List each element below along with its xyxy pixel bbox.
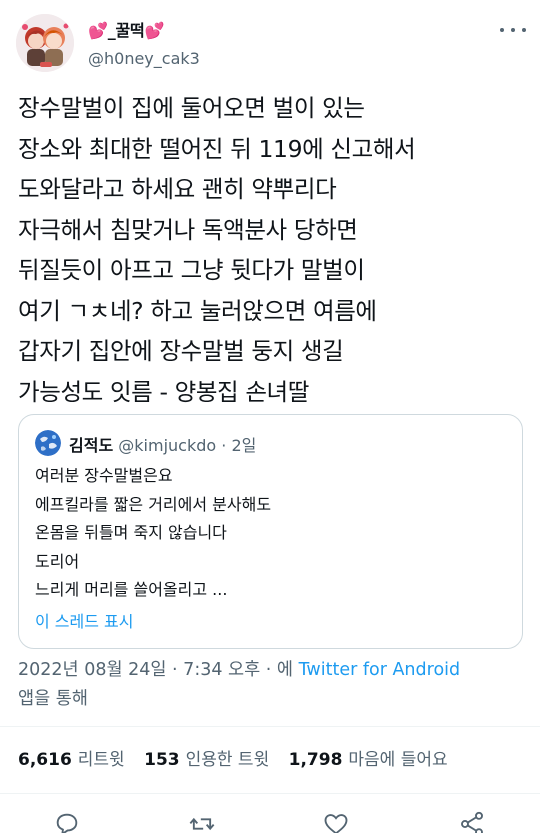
tweet-timestamp[interactable]: 2022년 08월 24일 · 7:34 오후 · 에 — [18, 660, 293, 680]
tweet-line: 뒤질듯이 아프고 그냥 뒷다가 말벌이 — [18, 256, 365, 284]
engagement-stats: 6,616 리트윗 153 인용한 트윗 1,798 마음에 들어요 — [18, 745, 462, 770]
retweet-icon[interactable] — [188, 810, 216, 833]
tweet-meta: 2022년 08월 24일 · 7:34 오후 · 에 Twitter for … — [18, 656, 528, 714]
tweet-line: 장소와 최대한 떨어진 뒤 119에 신고해서 — [18, 134, 416, 163]
reply-icon[interactable] — [53, 810, 81, 833]
tweet-line: 가능성도 잇름 - 양봉집 손녀딸 — [18, 377, 309, 406]
tweet-line: 여기 ㄱㅊ네? 하고 눌러앉으면 여름에 — [18, 296, 377, 325]
quoted-line: 느리게 머리를 쓸어올리고 ... — [35, 580, 228, 600]
quotes-stat[interactable]: 153 인용한 트윗 — [144, 750, 283, 770]
show-thread-link[interactable]: 이 스레드 표시 — [35, 608, 134, 632]
tweet-line: 도와달라고 하세요 괜히 약뿌리다 — [18, 175, 337, 203]
like-heart-icon[interactable] — [322, 810, 350, 833]
retweets-stat[interactable]: 6,616 리트윗 — [18, 750, 139, 770]
retweets-count: 6,616 — [18, 750, 72, 770]
likes-stat[interactable]: 1,798 마음에 들어요 — [289, 750, 462, 770]
source-app-link[interactable]: Twitter for Android — [299, 660, 461, 680]
action-bar — [0, 806, 540, 833]
quoted-line: 여러분 장수말벌은요 — [35, 466, 173, 485]
quoted-time[interactable]: 2일 — [231, 436, 256, 455]
quoted-line: 온몸을 뒤틀며 죽지 않습니다 — [35, 523, 227, 543]
tweet-text: 장수말벌이 집에 둘어오면 벌이 있는 장소와 최대한 떨어진 뒤 119에 신… — [18, 88, 528, 412]
author-display-name[interactable]: 💕_꿀떡💕 — [88, 17, 164, 41]
globe-avatar-icon — [35, 430, 61, 456]
tweet-line: 자극해서 침맞거나 독액분사 당하면 — [18, 215, 358, 244]
author-avatar[interactable] — [16, 14, 74, 72]
quoted-tweet-card[interactable]: 김적도 @kimjuckdo · 2일 여러분 장수말벌은요 에프킬라를 짧은 … — [18, 414, 523, 649]
quoted-author-name[interactable]: 김적도 — [69, 436, 113, 455]
quoted-author-handle[interactable]: @kimjuckdo — [118, 436, 216, 455]
tweet-line: 장수말벌이 집에 둘어오면 벌이 있는 — [18, 94, 365, 122]
share-icon[interactable] — [458, 810, 486, 833]
author-handle[interactable]: @h0ney_cak3 — [88, 49, 200, 68]
more-options-icon[interactable] — [500, 22, 526, 38]
likes-label: 마음에 들어요 — [348, 750, 448, 770]
quoted-text: 여러분 장수말벌은요 에프킬라를 짧은 거리에서 분사해도 온몸을 뒤틀며 죽지… — [35, 462, 271, 605]
quoted-author-avatar[interactable] — [35, 430, 61, 456]
quoted-line: 에프킬라를 짧은 거리에서 분사해도 — [35, 494, 272, 514]
quoted-header: 김적도 @kimjuckdo · 2일 — [69, 432, 256, 456]
tweet-line: 갑자기 집안에 장수말벌 둥지 생길 — [18, 337, 344, 365]
likes-count: 1,798 — [288, 750, 343, 770]
quotes-count: 153 — [144, 750, 180, 770]
divider — [0, 793, 540, 794]
author-name-row[interactable]: 💕_꿀떡💕 — [88, 17, 164, 41]
quotes-label: 인용한 트윗 — [185, 750, 270, 770]
divider — [0, 726, 540, 727]
source-suffix: 앱을 통해 — [18, 689, 88, 709]
quoted-separator: · — [221, 436, 227, 455]
quoted-line: 도리어 — [35, 551, 80, 571]
profile-avatar-illustration — [16, 14, 74, 72]
retweets-label: 리트윗 — [77, 750, 125, 770]
